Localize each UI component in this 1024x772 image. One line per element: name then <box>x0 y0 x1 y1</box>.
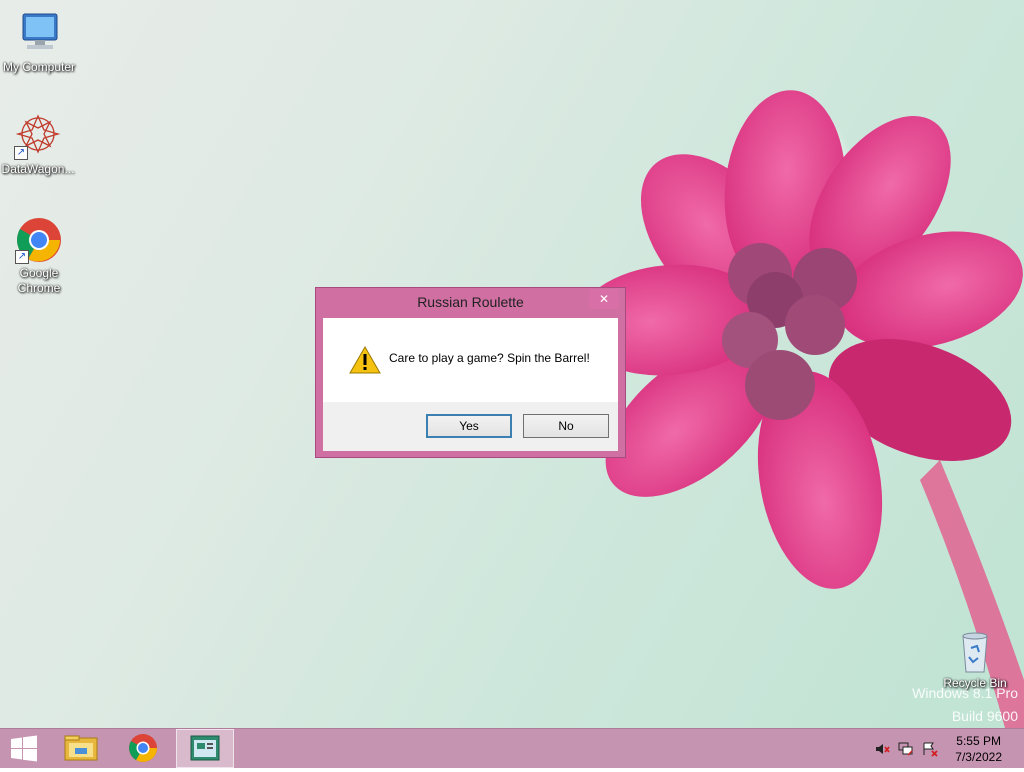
clock-date: 7/3/2022 <box>955 750 1002 764</box>
desktop-icon-google-chrome[interactable]: ↗ Google Chrome <box>1 216 77 296</box>
desktop: My Computer ↗ DataWagon... ↗ Google Chro… <box>0 0 1024 728</box>
dialog-title: Russian Roulette <box>417 294 524 310</box>
dialog-message: Care to play a game? Spin the Barrel! <box>389 351 590 365</box>
windows-logo-icon <box>11 735 37 762</box>
chrome-icon <box>129 734 157 762</box>
taskbar-russian-roulette[interactable] <box>176 729 234 768</box>
volume-muted-icon[interactable] <box>874 741 890 757</box>
dialog-footer: Yes No <box>323 402 618 451</box>
dialog-body: Care to play a game? Spin the Barrel! <box>323 318 618 402</box>
clock-time: 5:55 PM <box>956 734 1001 748</box>
yes-button[interactable]: Yes <box>426 414 512 438</box>
shortcut-arrow-icon: ↗ <box>15 250 29 264</box>
watermark-build: Build 9600 <box>951 708 1018 724</box>
warning-icon <box>349 346 381 374</box>
windows-watermark: Windows 8.1 Pro Build 9600 <box>912 682 1018 728</box>
file-explorer-icon <box>64 735 98 761</box>
no-button[interactable]: No <box>523 414 609 438</box>
desktop-icon-my-computer[interactable]: My Computer <box>1 10 77 75</box>
recycle-bin-icon <box>962 632 988 673</box>
taskbar: 5:55 PM 7/3/2022 <box>0 728 1024 768</box>
close-button[interactable]: ✕ <box>589 289 619 309</box>
dialog-titlebar[interactable]: Russian Roulette ✕ <box>316 288 625 318</box>
taskbar-chrome[interactable] <box>115 729 171 768</box>
desktop-icon-label: Google Chrome <box>17 266 61 295</box>
computer-icon <box>22 13 58 49</box>
network-icon[interactable] <box>898 741 914 757</box>
taskbar-file-explorer[interactable] <box>53 729 109 768</box>
app-window-icon <box>190 735 220 761</box>
watermark-edition: Windows 8.1 Pro <box>912 685 1018 701</box>
message-dialog: Russian Roulette ✕ Care to play a game? … <box>315 287 626 458</box>
taskbar-clock[interactable]: 5:55 PM 7/3/2022 <box>955 733 1002 765</box>
desktop-icon-datawagon[interactable]: ↗ DataWagon... <box>0 112 76 177</box>
start-button[interactable] <box>0 729 48 768</box>
action-center-icon[interactable] <box>922 741 938 757</box>
desktop-icon-label: My Computer <box>2 60 76 74</box>
shortcut-arrow-icon: ↗ <box>14 146 28 160</box>
desktop-icon-label: DataWagon... <box>1 162 75 176</box>
